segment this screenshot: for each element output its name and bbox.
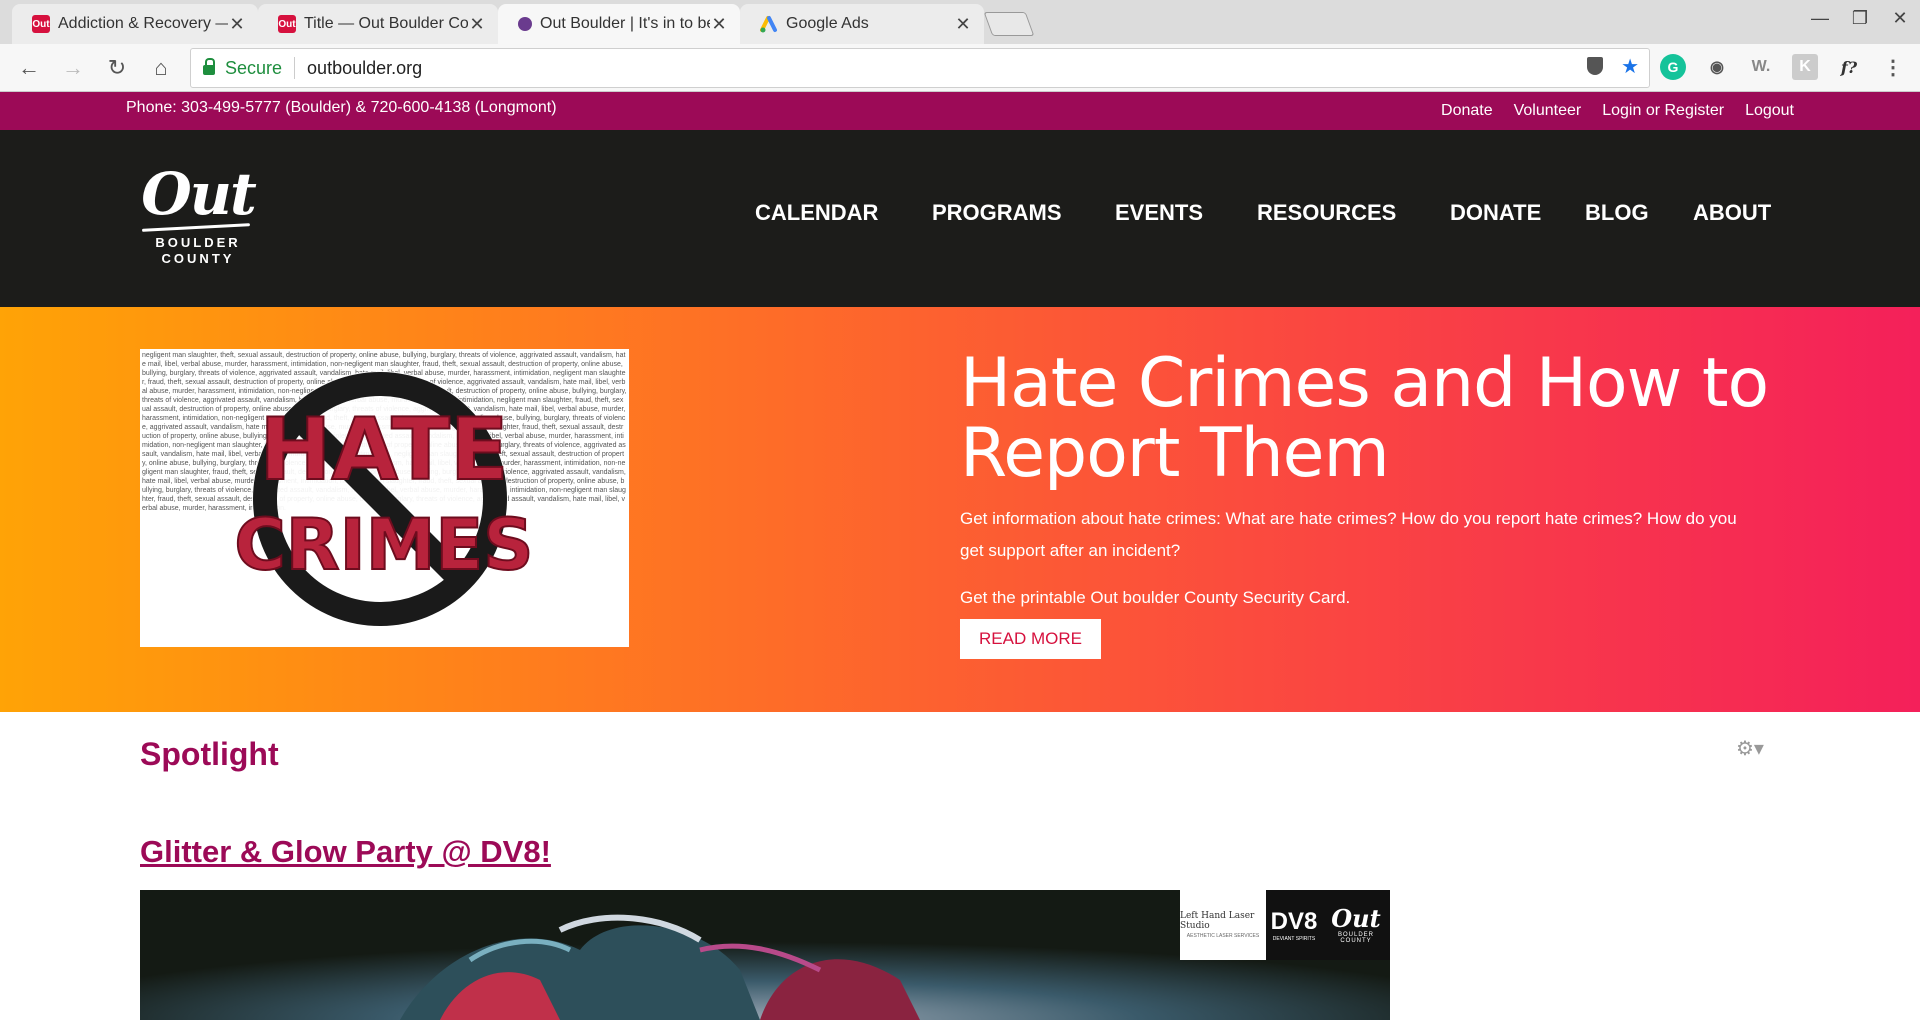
tab-title: Out Boulder | It's in to be: [540, 15, 710, 32]
nav-calendar[interactable]: CALENDAR: [755, 200, 878, 226]
sponsor-3-sub2: COUNTY: [1340, 938, 1372, 944]
nav-events[interactable]: EVENTS: [1115, 200, 1203, 226]
sponsor-2-name: DV8: [1270, 908, 1318, 935]
k-icon[interactable]: K: [1792, 54, 1818, 80]
hero-card-text: Get the printable Out boulder County Sec…: [960, 588, 1351, 607]
sponsor-left-hand-laser: Left Hand Laser Studio AESTHETIC LASER S…: [1180, 890, 1266, 960]
secure-label: Secure: [225, 57, 283, 78]
browser-tab-3[interactable]: Out Boulder | It's in to be ✕: [498, 4, 740, 44]
topbar-volunteer-link[interactable]: Volunteer: [1514, 102, 1582, 120]
sponsor-dv8: DV8 DEVIANT SPIRITS: [1266, 890, 1322, 960]
sponsor-2-sub: DEVIANT SPIRITS: [1272, 936, 1316, 942]
topbar-logout-link[interactable]: Logout: [1745, 102, 1794, 120]
image-word-crimes: CRIMES: [234, 504, 533, 586]
close-tab-icon[interactable]: ✕: [228, 14, 246, 35]
hero-description: Get information about hate crimes: What …: [960, 509, 1737, 560]
post-image[interactable]: Left Hand Laser Studio AESTHETIC LASER S…: [140, 890, 1390, 1020]
site-topbar: Phone: 303-499-5777 (Boulder) & 720-600-…: [0, 92, 1920, 130]
out-favicon-icon: Out: [278, 15, 296, 33]
lock-icon: [203, 58, 215, 75]
image-word-hate: HATE: [259, 400, 508, 500]
sponsor-3-name: Out: [1331, 904, 1381, 933]
browser-toolbar: ← → ↻ ⌂ Secure outboulder.org ★ G ◉ W. K…: [0, 44, 1920, 92]
browser-tab-4[interactable]: Google Ads ✕: [740, 4, 984, 44]
close-tab-icon[interactable]: ✕: [710, 14, 728, 35]
tab-title: Addiction & Recovery — O: [58, 15, 228, 32]
fx-icon[interactable]: f?: [1836, 54, 1862, 80]
google-ads-icon: [760, 15, 778, 33]
topbar-login-link[interactable]: Login or Register: [1602, 102, 1724, 120]
logo-line-2: COUNTY: [161, 251, 235, 266]
sponsor-out-boulder: Out BOULDER COUNTY: [1322, 890, 1390, 960]
tab-title: Title — Out Boulder Coun: [304, 15, 468, 32]
divider: [294, 57, 296, 79]
menu-icon[interactable]: ⋮: [1880, 54, 1906, 80]
nav-about[interactable]: ABOUT: [1693, 200, 1771, 226]
main-nav: CALENDAR PROGRAMS EVENTS RESOURCES DONAT…: [0, 200, 1920, 230]
evernote-icon[interactable]: ◉: [1704, 54, 1730, 80]
sponsor-logos: Left Hand Laser Studio AESTHETIC LASER S…: [1180, 890, 1390, 960]
topbar-donate-link[interactable]: Donate: [1441, 102, 1493, 120]
restore-icon[interactable]: ❐: [1844, 8, 1876, 29]
phone-info: Phone: 303-499-5777 (Boulder) & 720-600-…: [126, 99, 557, 116]
nav-resources[interactable]: RESOURCES: [1257, 200, 1396, 226]
minimize-icon[interactable]: —: [1804, 8, 1836, 29]
out-favicon-icon: Out: [32, 15, 50, 33]
logo-line-1: BOULDER: [155, 235, 241, 250]
home-icon[interactable]: ⌂: [146, 54, 176, 82]
nav-blog[interactable]: BLOG: [1585, 200, 1649, 226]
url-text[interactable]: outboulder.org: [307, 58, 422, 79]
close-window-icon[interactable]: ✕: [1884, 8, 1916, 29]
sponsor-1-name: Left Hand Laser Studio: [1180, 911, 1255, 931]
nav-programs[interactable]: PROGRAMS: [932, 200, 1062, 226]
browser-tab-2[interactable]: Out Title — Out Boulder Coun ✕: [258, 4, 498, 44]
spotlight-heading: Spotlight: [140, 736, 279, 772]
new-tab-button[interactable]: [983, 12, 1035, 36]
tab-title: Google Ads: [786, 15, 869, 32]
browser-tab-1[interactable]: Out Addiction & Recovery — O ✕: [12, 4, 258, 44]
address-bar[interactable]: Secure outboulder.org ★: [190, 48, 1650, 88]
back-icon[interactable]: ←: [14, 54, 44, 82]
browser-tabstrip: Out Addiction & Recovery — O ✕ Out Title…: [0, 0, 1920, 44]
w-icon[interactable]: W.: [1748, 54, 1774, 80]
close-tab-icon[interactable]: ✕: [954, 14, 972, 35]
hero-title: Hate Crimes and How to Report Them: [960, 344, 1769, 493]
shield-icon[interactable]: [1587, 57, 1604, 75]
sponsor-1-sub: AESTHETIC LASER SERVICES: [1186, 933, 1260, 939]
hero-banner: negligent man slaughter, theft, sexual a…: [0, 307, 1920, 712]
out-boulder-favicon-icon: [518, 17, 532, 31]
site-header: Out BOULDER COUNTY CALENDAR PROGRAMS EVE…: [0, 130, 1920, 307]
reload-icon[interactable]: ↻: [102, 54, 132, 82]
read-more-button[interactable]: READ MORE: [960, 619, 1101, 659]
hate-crimes-image[interactable]: negligent man slaughter, theft, sexual a…: [140, 349, 629, 647]
nav-donate[interactable]: DONATE: [1450, 200, 1541, 226]
star-icon[interactable]: ★: [1621, 57, 1639, 77]
forward-icon[interactable]: →: [58, 54, 88, 82]
grammarly-icon[interactable]: G: [1660, 54, 1686, 80]
close-tab-icon[interactable]: ✕: [468, 14, 486, 35]
gear-icon[interactable]: ⚙▾: [1736, 736, 1764, 761]
post-title-link[interactable]: Glitter & Glow Party @ DV8!: [140, 834, 551, 870]
no-hate-symbol: HATE CRIMES: [233, 371, 535, 627]
